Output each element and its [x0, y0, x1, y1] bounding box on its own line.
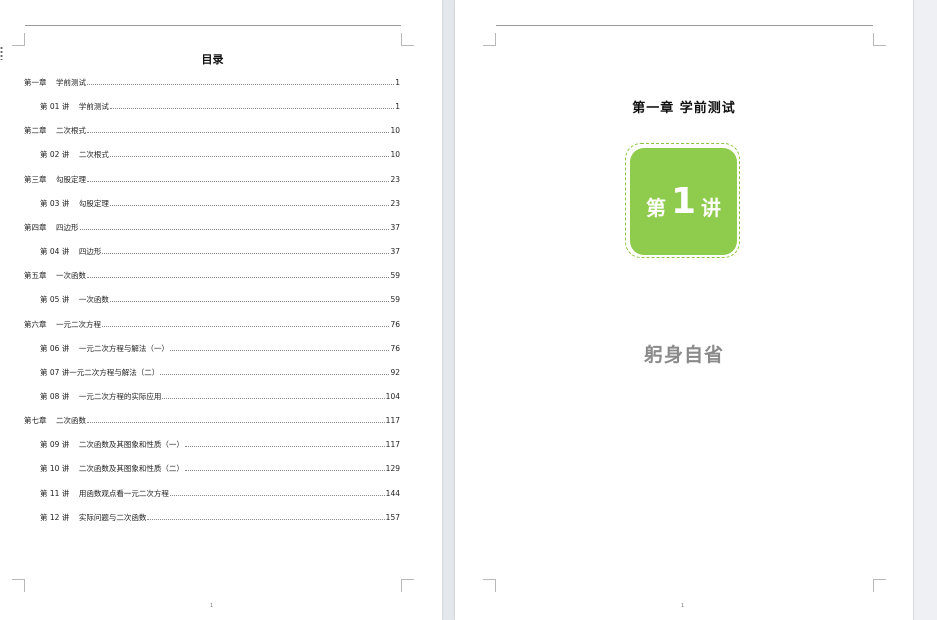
toc-entry-lecture[interactable]: 第 07 讲一元二次方程与解法（二） 92	[40, 365, 400, 377]
toc-entry-text: 第五章 一次函数	[24, 271, 87, 281]
crop-mark	[483, 33, 496, 46]
toc-entry-lecture[interactable]: 第 06 讲 一元二次方程与解法（一） 76	[40, 341, 400, 353]
toc-entry-text: 第 11 讲 用函数观点看一元二次方程	[40, 488, 169, 498]
toc-leader	[109, 108, 395, 110]
toc-entry-lecture[interactable]: 第 10 讲 二次函数及其图象和性质（二） 129	[40, 461, 400, 473]
toc-entry-page: 76	[390, 343, 400, 353]
toc-entry-page: 157	[385, 512, 400, 522]
toc-entry-text: 第 10 讲 二次函数及其图象和性质（二）	[40, 464, 184, 474]
toc-leader	[184, 470, 385, 472]
toc-leader	[87, 422, 385, 424]
toc-entry-text: 第 03 讲 勾股定理	[40, 198, 109, 208]
crop-mark	[401, 579, 414, 592]
toc-leader	[147, 518, 385, 520]
page-right	[455, 0, 913, 620]
toc-entry-page: 1	[395, 102, 400, 112]
crop-mark	[873, 33, 886, 46]
toc-entry-chapter[interactable]: 第一章 学前测试 1	[24, 75, 400, 87]
toc-entry-page: 10	[390, 150, 400, 160]
toc-entry-page: 10	[390, 126, 400, 136]
toc-leader	[160, 373, 390, 375]
toc-entry-text: 第六章 一元二次方程	[24, 319, 102, 329]
toc-leader	[109, 204, 390, 206]
crop-mark	[401, 33, 414, 46]
crop-mark	[12, 579, 25, 592]
toc-entry-text: 第七章 二次函数	[24, 416, 87, 426]
toc-leader	[87, 132, 390, 134]
toc-entry-page: 104	[385, 391, 400, 401]
right-page-number: 1	[681, 603, 685, 609]
toc-entry-text: 第 04 讲 四边形	[40, 247, 102, 257]
toc-entry-lecture[interactable]: 第 11 讲 用函数观点看一元二次方程 144	[40, 486, 400, 498]
toc-entry-page: 37	[390, 247, 400, 257]
toc-entry-text: 第 05 讲 一次函数	[40, 295, 109, 305]
header-rule-left	[25, 25, 401, 26]
toc-entry-lecture[interactable]: 第 01 讲 学前测试 1	[40, 99, 400, 111]
toc-entry-page: 37	[390, 222, 400, 232]
toc-entry-page: 76	[390, 319, 400, 329]
toc-entry-page: 1	[395, 78, 400, 87]
toc-entry-page: 117	[385, 416, 400, 426]
toc-entry-lecture[interactable]: 第 03 讲 勾股定理 23	[40, 196, 400, 208]
toc-entry-lecture[interactable]: 第 02 讲 二次根式 10	[40, 147, 400, 159]
toc-entry-page: 59	[390, 295, 400, 305]
toc-entry-lecture[interactable]: 第 05 讲 一次函数 59	[40, 292, 400, 304]
toc-entry-page: 144	[385, 488, 400, 498]
toc-leader	[109, 301, 390, 303]
toc-entry-lecture[interactable]: 第 09 讲 二次函数及其图象和性质（一） 117	[40, 437, 400, 449]
toc-entry-text: 第 01 讲 学前测试	[40, 102, 109, 112]
toc-entry-page: 117	[385, 440, 400, 450]
toc-entry-text: 第 07 讲一元二次方程与解法（二）	[40, 367, 160, 377]
header-rule-right	[496, 25, 873, 26]
toc-entry-text: 第 06 讲 一元二次方程与解法（一）	[40, 343, 169, 353]
toc-entry-text: 第四章 四边形	[24, 222, 79, 232]
crop-mark	[873, 579, 886, 592]
lecture-badge: 第 1 讲	[630, 148, 737, 255]
toc-entry-text: 第 08 讲 一元二次方程的实际应用	[40, 391, 162, 401]
section-subtitle: 躬身自省	[643, 344, 724, 366]
badge-suffix: 讲	[701, 196, 722, 220]
toc-entry-text: 第 09 讲 二次函数及其图象和性质（一）	[40, 440, 184, 450]
toc-entry-chapter[interactable]: 第七章 二次函数 117	[24, 413, 400, 425]
toc-leader	[109, 156, 390, 158]
toc-entry-text: 第一章 学前测试	[24, 78, 87, 87]
toc-entry-lecture[interactable]: 第 08 讲 一元二次方程的实际应用 104	[40, 389, 400, 401]
chapter-heading: 第一章 学前测试	[632, 101, 736, 116]
vertical-scrollbar[interactable]	[913, 0, 937, 620]
toc-leader	[87, 180, 390, 182]
toc-title: 目录	[201, 53, 224, 66]
toc-entry-text: 第 02 讲 二次根式	[40, 150, 109, 160]
toc-leader	[87, 84, 395, 85]
page-left	[0, 0, 442, 620]
toc-entry-text: 第 12 讲 实际问题与二次函数	[40, 512, 147, 522]
toc-entry-page: 23	[390, 198, 400, 208]
toc-leader	[169, 349, 390, 351]
toc-entry-page: 129	[385, 464, 400, 474]
toc-leader	[102, 325, 390, 327]
toc-entry-text: 第三章 勾股定理	[24, 174, 87, 184]
toc-entry-page: 23	[390, 174, 400, 184]
toc-entry-lecture[interactable]: 第 12 讲 实际问题与二次函数 157	[40, 510, 400, 522]
toc-entry-lecture[interactable]: 第 04 讲 四边形 37	[40, 244, 400, 256]
toc-entry-chapter[interactable]: 第六章 一元二次方程 76	[24, 317, 400, 329]
crop-mark	[12, 33, 25, 46]
toc-leader	[184, 446, 385, 448]
toc-leader	[169, 494, 385, 496]
toc-leader	[162, 397, 385, 399]
toc-entry-chapter[interactable]: 第四章 四边形 37	[24, 220, 400, 232]
toc-entry-chapter[interactable]: 第五章 一次函数 59	[24, 268, 400, 280]
toc-entry-chapter[interactable]: 第三章 勾股定理 23	[24, 172, 400, 184]
left-page-number: 1	[210, 603, 214, 609]
badge-prefix: 第	[645, 196, 666, 220]
toc-entry-page: 92	[390, 367, 400, 377]
toc-entry-page: 59	[390, 271, 400, 281]
toc-leader	[79, 228, 390, 230]
toc-entry-chapter[interactable]: 第二章 二次根式 10	[24, 123, 400, 135]
toc-entry-text: 第二章 二次根式	[24, 126, 87, 136]
badge-number: 1	[670, 181, 697, 222]
crop-mark	[483, 579, 496, 592]
toc-leader	[87, 277, 390, 279]
toc-leader	[102, 253, 390, 255]
